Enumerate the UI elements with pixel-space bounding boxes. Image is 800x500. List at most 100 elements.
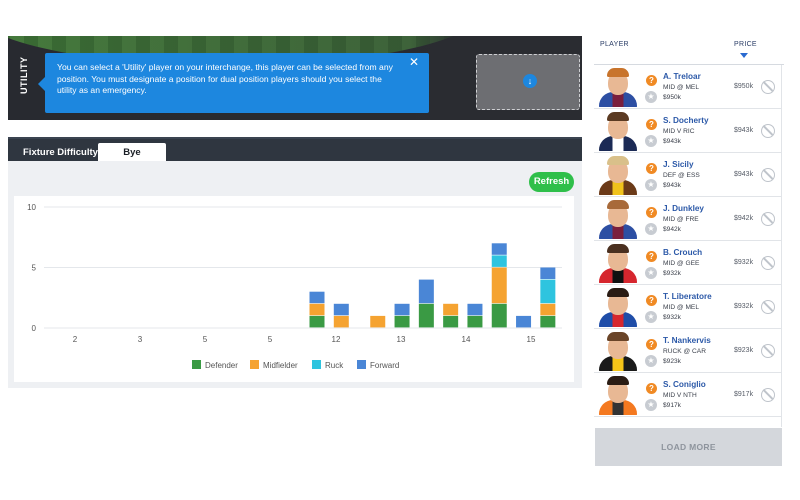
player-name[interactable]: J. Sicily — [663, 160, 694, 169]
player-avatar — [598, 287, 638, 327]
load-more-button[interactable]: LOAD MORE — [595, 428, 782, 466]
legend-swatch-ruck — [312, 360, 321, 369]
player-price: $932k — [734, 303, 754, 310]
player-row[interactable]: ? ★ B. Crouch MID @ GEE $932k $932k — [594, 241, 781, 285]
player-name[interactable]: B. Crouch — [663, 248, 702, 257]
info-icon[interactable]: ? — [646, 383, 657, 394]
bar-segment-defender — [394, 315, 410, 328]
player-price-small: $943k — [663, 182, 681, 189]
bar-segment-forward — [309, 291, 325, 304]
player-name[interactable]: S. Coniglio — [663, 380, 706, 389]
info-icon[interactable]: ? — [646, 119, 657, 130]
bar-segment-ruck — [540, 279, 556, 304]
remove-icon[interactable] — [761, 124, 775, 138]
star-icon[interactable]: ★ — [645, 355, 657, 367]
tab-fixture-difficulty[interactable]: Fixture Difficulty — [18, 143, 103, 163]
legend-swatch-defender — [192, 360, 201, 369]
player-avatar — [598, 375, 638, 415]
remove-icon[interactable] — [761, 300, 775, 314]
remove-icon[interactable] — [761, 168, 775, 182]
bar-segment-forward — [516, 315, 532, 328]
player-avatar — [598, 199, 638, 239]
player-price-small: $932k — [663, 314, 681, 321]
remove-icon[interactable] — [761, 256, 775, 270]
info-icon[interactable]: ? — [646, 163, 657, 174]
info-icon[interactable]: ? — [646, 295, 657, 306]
player-price: $942k — [734, 215, 754, 222]
player-fixture: MID V NTH — [663, 392, 697, 399]
player-price-small: $923k — [663, 358, 681, 365]
bar-segment-ruck — [491, 255, 507, 267]
player-list-header: PLAYER PRICE — [594, 36, 784, 66]
legend-swatch-forward — [357, 360, 366, 369]
player-list: ? ★ A. Treloar MID @ MEL $950k $950k? ★ S. Doch… — [594, 65, 782, 427]
player-row[interactable]: ? ★ J. Dunkley MID @ FRE $942k $942k — [594, 197, 781, 241]
player-price: $917k — [734, 391, 754, 398]
bar-segment-midfielder — [309, 303, 325, 316]
remove-icon[interactable] — [761, 388, 775, 402]
y-tick-label: 5 — [32, 264, 37, 273]
star-icon[interactable]: ★ — [645, 223, 657, 235]
legend-label-ruck: Ruck — [325, 361, 344, 370]
bye-chart-container: 0 5 10 2 3 5 5 12 13 14 15 Defender Midfielder Ruck Fo… — [14, 196, 574, 382]
player-name[interactable]: J. Dunkley — [663, 204, 704, 213]
player-fixture: MID @ FRE — [663, 216, 699, 223]
bar-segment-midfielder — [333, 315, 349, 328]
x-tick-label: 5 — [268, 335, 273, 344]
legend-label-midfielder: Midfielder — [263, 361, 298, 370]
bar-segment-midfielder — [491, 267, 507, 304]
remove-icon[interactable] — [761, 344, 775, 358]
bar-segment-forward — [467, 303, 483, 316]
utility-panel: UTILITY You can select a 'Utility' playe… — [8, 36, 582, 120]
player-row[interactable]: ? ★ A. Treloar MID @ MEL $950k $950k — [594, 65, 781, 109]
info-icon[interactable]: ? — [646, 75, 657, 86]
player-price-small: $917k — [663, 402, 681, 409]
bar-segment-defender — [443, 315, 459, 328]
player-row[interactable]: ? ★ S. Docherty MID V RIC $943k $943k — [594, 109, 781, 153]
info-icon[interactable]: ? — [646, 251, 657, 262]
legend-label-forward: Forward — [370, 361, 399, 370]
star-icon[interactable]: ★ — [645, 179, 657, 191]
player-price-small: $942k — [663, 226, 681, 233]
player-row[interactable]: ? ★ S. Coniglio MID V NTH $917k $917k — [594, 373, 781, 417]
remove-icon[interactable] — [761, 80, 775, 94]
player-name[interactable]: T. Liberatore — [663, 292, 712, 301]
player-fixture: DEF @ ESS — [663, 172, 700, 179]
add-player-icon[interactable]: ↓ — [523, 74, 537, 88]
star-icon[interactable]: ★ — [645, 267, 657, 279]
bar-segment-forward — [491, 243, 507, 255]
player-price: $950k — [734, 83, 754, 90]
y-tick-label: 10 — [27, 203, 36, 212]
utility-player-slot[interactable]: ↓ — [476, 54, 580, 110]
player-price: $923k — [734, 347, 754, 354]
bar-segment-forward — [540, 267, 556, 279]
player-avatar — [598, 331, 638, 371]
player-price: $943k — [734, 127, 754, 134]
tooltip-text: You can select a 'Utility' player on you… — [57, 62, 393, 95]
remove-icon[interactable] — [761, 212, 775, 226]
x-tick-label: 2 — [73, 335, 78, 344]
star-icon[interactable]: ★ — [645, 311, 657, 323]
player-name[interactable]: T. Nankervis — [663, 336, 711, 345]
player-name[interactable]: S. Docherty — [663, 116, 709, 125]
tab-bye-analysis[interactable]: Bye Analysis — [98, 143, 166, 178]
star-icon[interactable]: ★ — [645, 91, 657, 103]
player-fixture: MID @ MEL — [663, 304, 700, 311]
close-icon[interactable]: ✕ — [409, 56, 419, 69]
player-row[interactable]: ? ★ T. Nankervis RUCK @ CAR $923k $923k — [594, 329, 781, 373]
star-icon[interactable]: ★ — [645, 399, 657, 411]
x-tick-label: 5 — [203, 335, 208, 344]
info-icon[interactable]: ? — [646, 339, 657, 350]
header-player[interactable]: PLAYER — [600, 41, 629, 48]
refresh-button[interactable]: Refresh — [529, 172, 574, 192]
sort-desc-icon[interactable] — [740, 53, 748, 58]
header-price[interactable]: PRICE — [734, 41, 757, 48]
player-row[interactable]: ? ★ J. Sicily DEF @ ESS $943k $943k — [594, 153, 781, 197]
x-tick-label: 12 — [332, 335, 341, 344]
bar-segment-midfielder — [443, 303, 459, 316]
player-name[interactable]: A. Treloar — [663, 72, 701, 81]
player-fixture: MID V RIC — [663, 128, 695, 135]
player-row[interactable]: ? ★ T. Liberatore MID @ MEL $932k $932k — [594, 285, 781, 329]
star-icon[interactable]: ★ — [645, 135, 657, 147]
info-icon[interactable]: ? — [646, 207, 657, 218]
